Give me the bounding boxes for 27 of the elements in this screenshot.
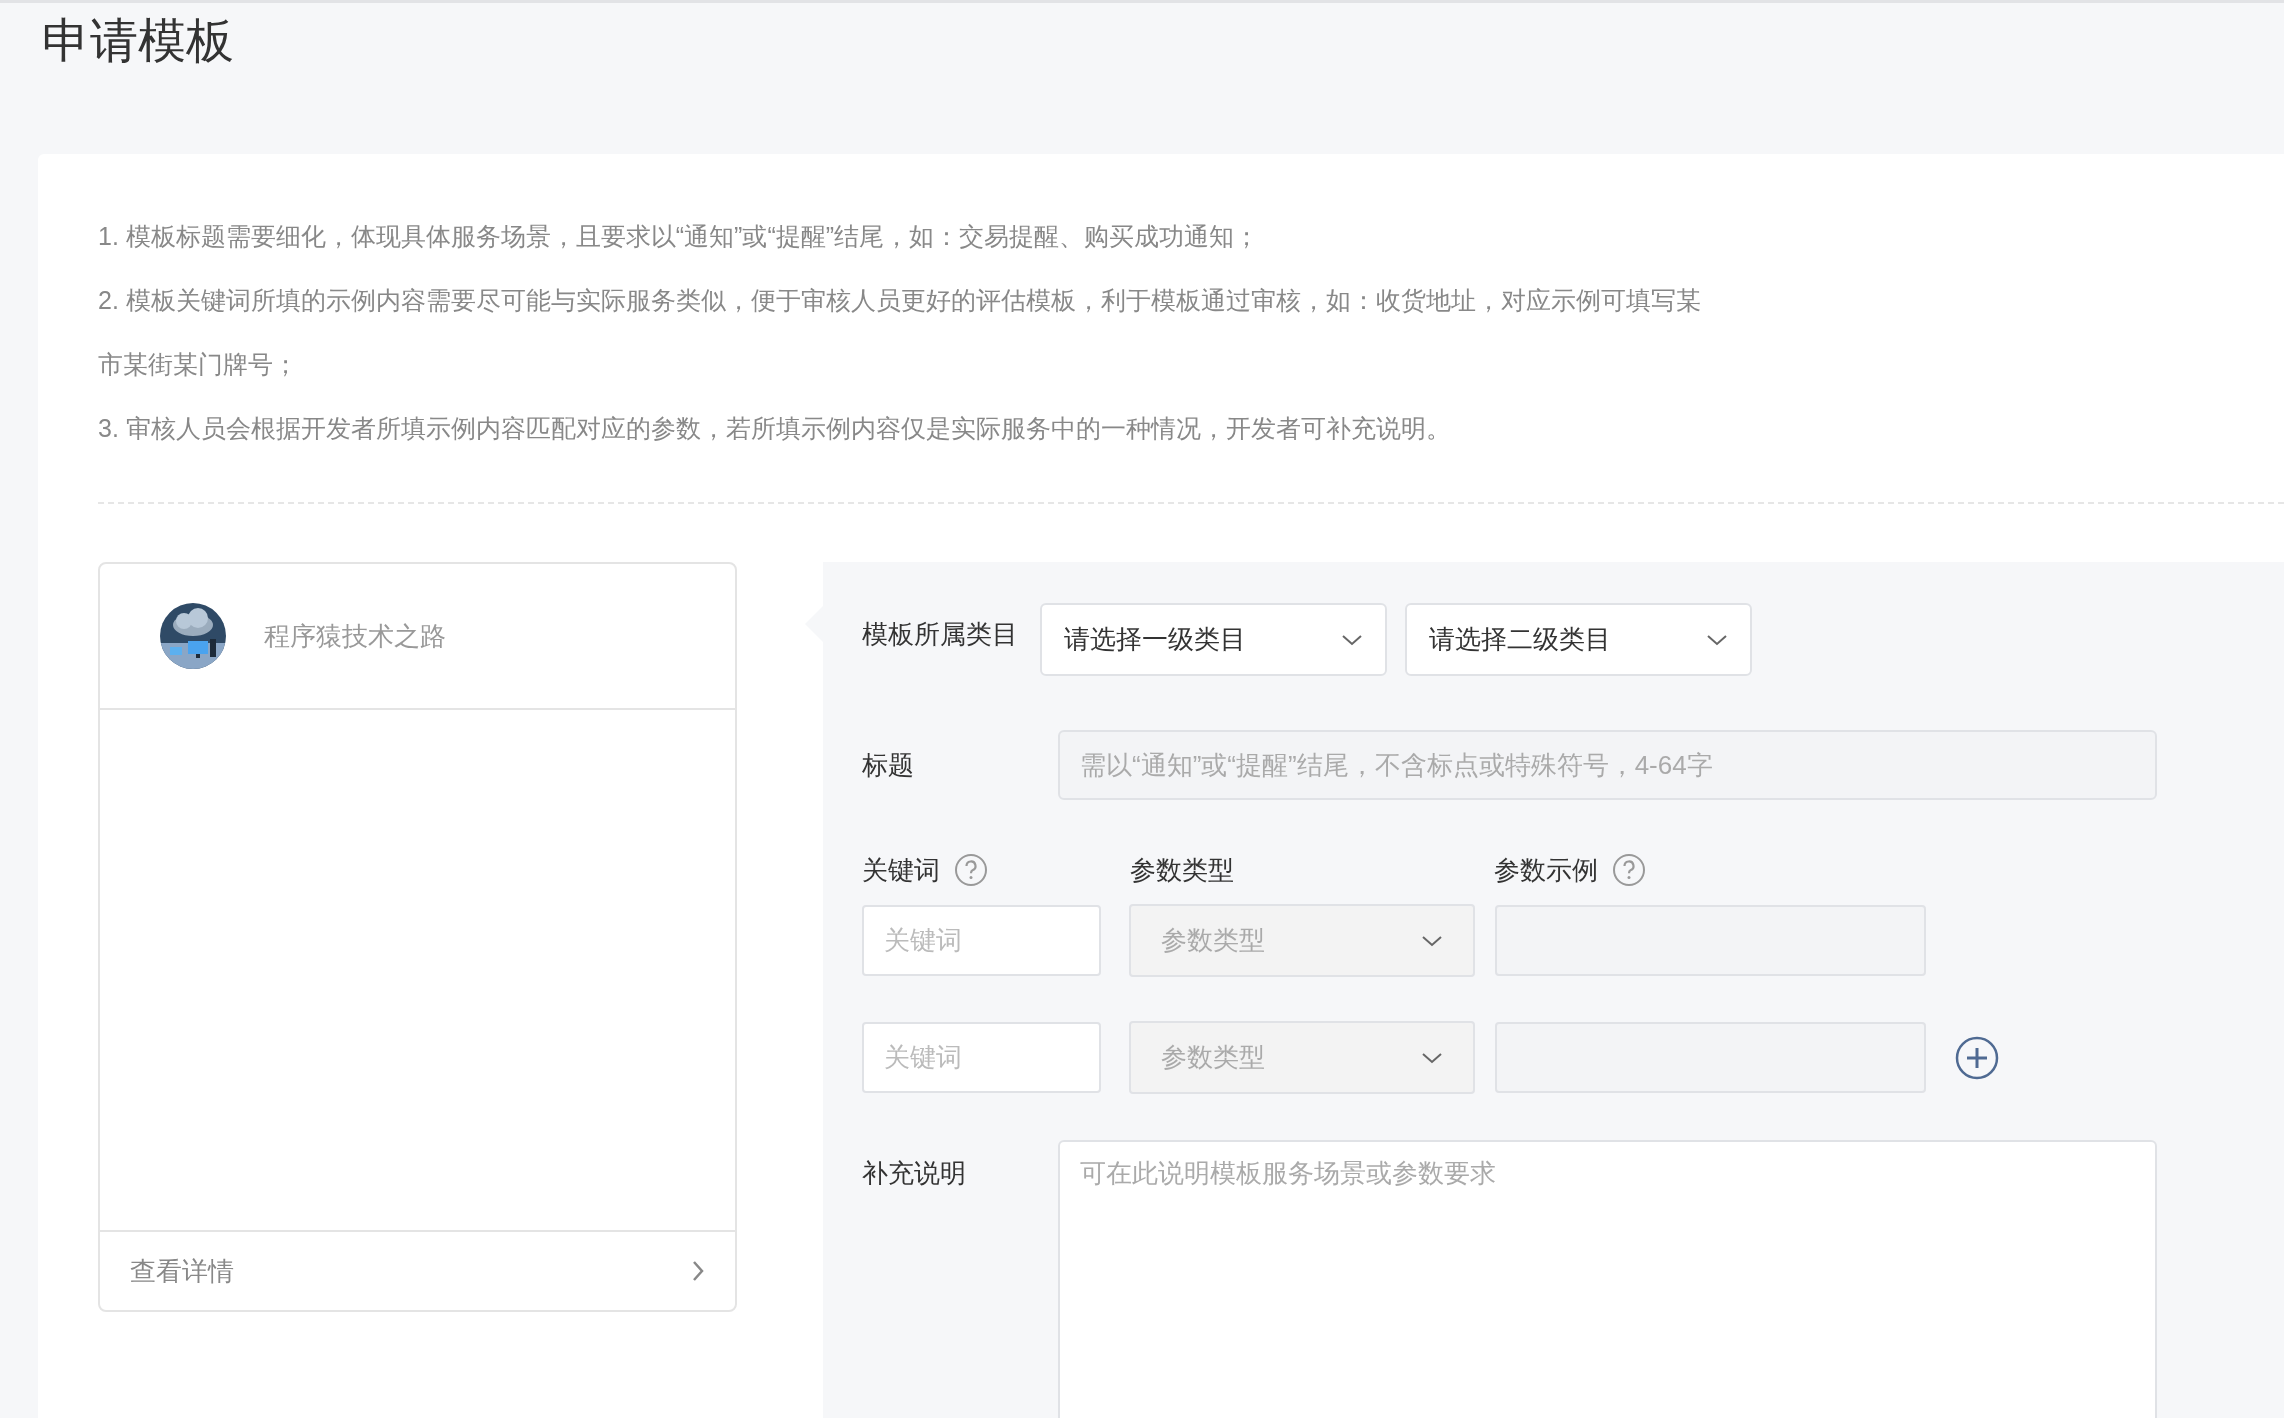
note-text: 市某街某门牌号；	[98, 349, 298, 380]
category-select[interactable]: 请选择二级类目	[1405, 603, 1752, 676]
add-icon[interactable]	[1954, 1034, 2000, 1081]
field-label: 模板所属类目	[862, 618, 1018, 651]
chevron-right-icon	[691, 1259, 705, 1283]
category-select[interactable]: 请选择一级类目	[1040, 603, 1387, 676]
chevron-down-icon	[1421, 933, 1443, 948]
keyword-field[interactable]: 关键词	[862, 1022, 1101, 1093]
chevron-down-icon	[1341, 632, 1363, 647]
field-label: 补充说明	[862, 1157, 967, 1190]
note-text: 1. 模板标题需要细化，体现具体服务场景，且要求以“通知”或“提醒”结尾，如：交易提醒、购买成功通知；	[98, 221, 1260, 252]
remark-field[interactable]: 可在此说明模板服务场景或参数要求	[1058, 1140, 2157, 1418]
field-label: 标题	[862, 748, 915, 782]
help-icon[interactable]	[1612, 853, 1646, 887]
chevron-down-icon	[1421, 1050, 1443, 1065]
note-text: 3. 审核人员会根据开发者所填示例内容匹配对应的参数，若所填示例内容仅是实际服务中的一种情况，开发者可补充说明。	[98, 413, 1451, 444]
column-label: 参数类型	[1130, 853, 1234, 887]
view-details-link[interactable]: 查看详情	[100, 1230, 735, 1310]
chevron-down-icon	[1706, 632, 1728, 647]
page-title: 申请模板	[42, 13, 234, 69]
column-label: 关键词	[862, 853, 940, 887]
account-name: 程序猿技术之路	[264, 619, 446, 653]
column-label: 参数示例	[1494, 853, 1598, 887]
keyword-field[interactable]: 关键词	[862, 905, 1101, 976]
title-field[interactable]: 需以“通知”或“提醒”结尾，不含标点或特殊符号，4-64字	[1058, 730, 2157, 800]
note-text: 2. 模板关键词所填的示例内容需要尽可能与实际服务类似，便于审核人员更好的评估模板，利于模板通过审核，如：收货地址，对应示例可填写某	[98, 285, 1701, 316]
help-icon[interactable]	[954, 853, 988, 887]
